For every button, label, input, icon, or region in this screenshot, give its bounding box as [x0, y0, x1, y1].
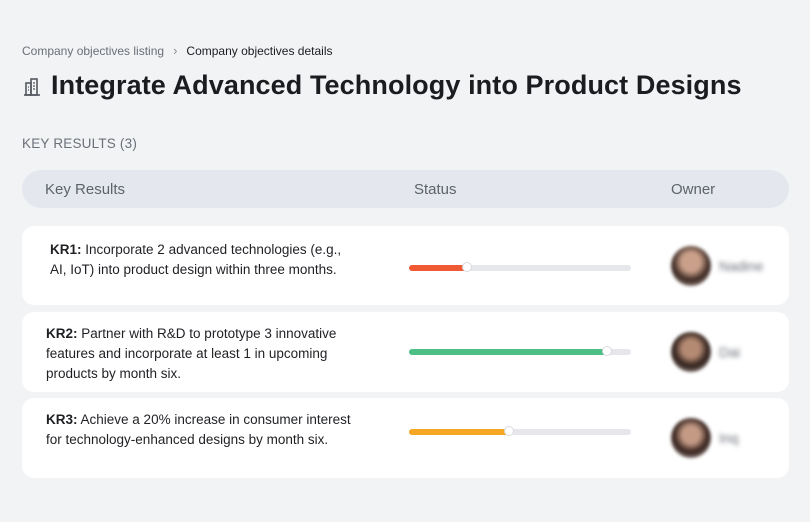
progress-handle [504, 426, 514, 436]
owner[interactable]: Dai [671, 332, 740, 372]
column-header-status: Status [414, 181, 457, 198]
owner[interactable]: Nadine [671, 246, 763, 286]
building-icon [22, 77, 42, 97]
owner[interactable]: Inq [671, 418, 738, 458]
chevron-right-icon: › [173, 43, 178, 58]
key-result-text: KR3: Achieve a 20% increase in consumer … [46, 410, 356, 450]
progress-fill [409, 429, 509, 435]
key-result-row[interactable]: KR3: Achieve a 20% increase in consumer … [22, 398, 789, 478]
column-header-key-results: Key Results [45, 181, 126, 198]
owner-name: Inq [719, 430, 739, 446]
progress-fill [409, 265, 467, 271]
avatar [671, 418, 711, 458]
key-result-text: KR2: Partner with R&D to prototype 3 inn… [46, 324, 356, 384]
key-result-description: Achieve a 20% increase in consumer inter… [46, 412, 351, 447]
breadcrumb-parent-link[interactable]: Company objectives listing [22, 44, 164, 58]
key-result-row[interactable]: KR2: Partner with R&D to prototype 3 inn… [22, 312, 789, 392]
key-result-description: Partner with R&D to prototype 3 innovati… [46, 326, 337, 381]
key-result-id: KR2: [46, 326, 78, 341]
column-header-owner: Owner [671, 181, 716, 198]
progress-fill [409, 349, 607, 355]
table-header: Key Results Status Owner [22, 170, 789, 208]
progress-handle [462, 262, 472, 272]
key-result-row[interactable]: KR1: Incorporate 2 advanced technologies… [22, 226, 789, 305]
key-result-id: KR1: [50, 242, 82, 257]
progress-handle [602, 346, 612, 356]
owner-name: Dai [719, 344, 741, 360]
key-result-description: Incorporate 2 advanced technologies (e.g… [50, 242, 342, 277]
page-header: Integrate Advanced Technology into Produ… [22, 70, 742, 101]
page-title: Integrate Advanced Technology into Produ… [51, 70, 742, 100]
progress-bar [409, 346, 631, 356]
section-label: KEY RESULTS (3) [22, 136, 138, 151]
breadcrumb: Company objectives listing › Company obj… [22, 43, 333, 58]
avatar [671, 246, 711, 286]
progress-bar [409, 262, 631, 272]
key-result-text: KR1: Incorporate 2 advanced technologies… [50, 240, 360, 280]
avatar [671, 332, 711, 372]
breadcrumb-current: Company objectives details [186, 43, 333, 58]
owner-name: Nadine [719, 258, 764, 274]
progress-bar [409, 426, 631, 436]
key-result-id: KR3: [46, 412, 78, 427]
